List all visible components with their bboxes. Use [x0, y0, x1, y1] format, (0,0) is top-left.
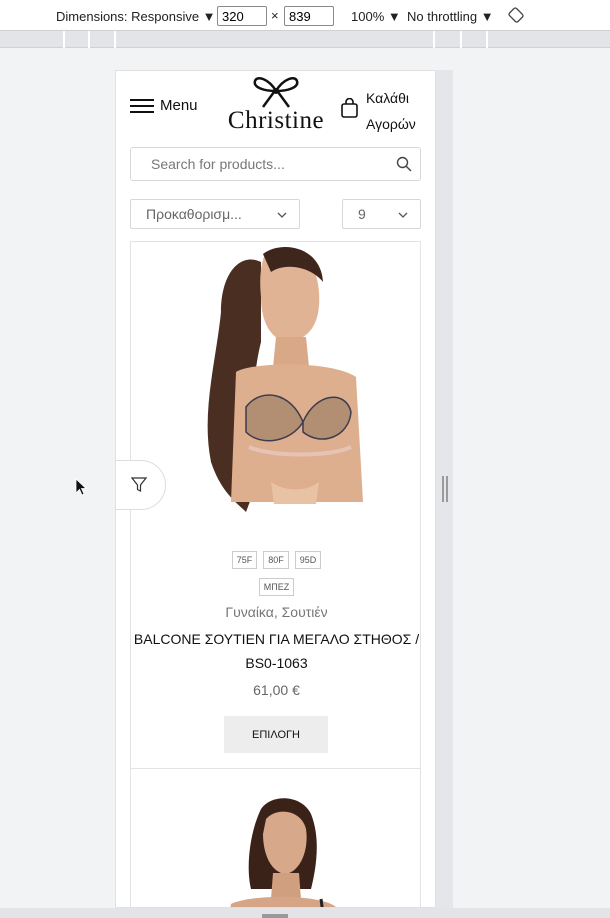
- size-tag[interactable]: 80F: [263, 551, 289, 569]
- product-price: 61,00 €: [253, 682, 300, 698]
- site-header: Menu Christine Καλάθι Αγορών: [116, 71, 435, 147]
- product-card: [130, 768, 421, 908]
- resize-handle[interactable]: [442, 476, 448, 502]
- bow-icon: [253, 77, 299, 108]
- search-box: [130, 147, 421, 181]
- media-query-ruler: [0, 31, 610, 48]
- viewport-width-input[interactable]: [217, 6, 267, 26]
- devtools-toolbar: Dimensions: Responsive ▼ × 100% ▼ No thr…: [0, 0, 610, 31]
- chevron-down-icon: [277, 212, 287, 218]
- menu-label: Menu: [160, 97, 198, 114]
- per-page-value: 9: [358, 206, 366, 222]
- bottom-resize-bar: [0, 908, 610, 918]
- bottom-resize-handle[interactable]: [262, 914, 288, 918]
- throttling-dropdown[interactable]: No throttling ▼: [407, 9, 494, 24]
- product-image[interactable]: [211, 789, 351, 908]
- search-input[interactable]: [131, 148, 386, 180]
- product-categories[interactable]: Γυναίκα, Σουτιέν: [131, 604, 422, 620]
- viewport-height-input[interactable]: [284, 6, 334, 26]
- mouse-cursor-icon: [75, 478, 87, 496]
- site-logo[interactable]: Christine: [216, 75, 336, 135]
- hamburger-icon: [130, 98, 154, 114]
- rotate-icon[interactable]: [508, 7, 524, 23]
- product-title[interactable]: BALCONE ΣΟΥΤΙΕΝ ΓΙΑ ΜΕΓΑΛΟ ΣΤΗΘΟΣ / BS0-…: [131, 627, 422, 675]
- logo-text: Christine: [227, 107, 325, 134]
- size-tag[interactable]: 95D: [294, 551, 322, 569]
- filter-button[interactable]: [116, 460, 166, 510]
- dimensions-dropdown[interactable]: Dimensions: Responsive ▼: [56, 9, 216, 24]
- product-image[interactable]: [191, 242, 371, 530]
- product-card: 75F 80F 95D ΜΠΕΖ Γυναίκα, Σουτιέν BALCONE …: [130, 241, 421, 769]
- menu-button[interactable]: Menu: [130, 97, 198, 114]
- cart-label: Καλάθι Αγορών: [366, 90, 416, 132]
- times-sign: ×: [271, 8, 279, 23]
- select-options-button[interactable]: ΕΠΙΛΟΓΗ: [224, 716, 328, 753]
- shopping-bag-icon: [341, 98, 358, 118]
- sort-value: Προκαθορισμ...: [146, 206, 242, 222]
- mobile-viewport: Menu Christine Καλάθι Αγορών Προκαθορισμ…: [115, 70, 436, 908]
- sort-select[interactable]: Προκαθορισμ...: [130, 199, 300, 229]
- size-tag[interactable]: 75F: [231, 551, 258, 569]
- search-icon[interactable]: [396, 156, 412, 172]
- filter-icon: [131, 477, 147, 492]
- chevron-down-icon: [398, 212, 408, 218]
- per-page-select[interactable]: 9: [342, 199, 421, 229]
- color-tags: ΜΠΕΖ: [131, 577, 422, 596]
- zoom-dropdown[interactable]: 100% ▼: [351, 9, 401, 24]
- size-tags: 75F 80F 95D: [131, 550, 422, 569]
- color-tag[interactable]: ΜΠΕΖ: [258, 578, 295, 596]
